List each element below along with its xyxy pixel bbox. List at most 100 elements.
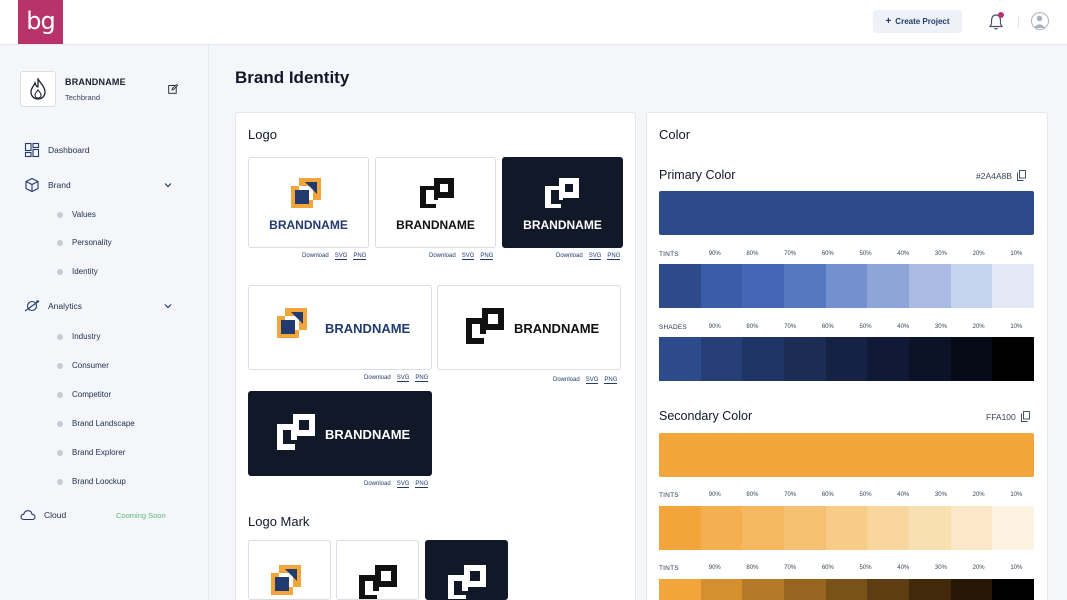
percentage-label: 10% bbox=[1010, 324, 1023, 330]
sidebar-subitem-brand-explorer[interactable]: Brand Explorer bbox=[57, 448, 125, 457]
sidebar-item-label: Brand Explorer bbox=[72, 448, 126, 457]
secondary-tint-swatch[interactable] bbox=[950, 506, 993, 550]
logo-horizontal-white[interactable]: BRANDNAME bbox=[248, 391, 432, 476]
sidebar-item-analytics[interactable]: Analytics bbox=[24, 298, 82, 314]
logo-mark-black[interactable] bbox=[336, 540, 419, 600]
secondary-tint-swatch[interactable] bbox=[784, 506, 826, 550]
sidebar-item-label: Competitor bbox=[72, 390, 112, 399]
svg-link[interactable]: SVG bbox=[461, 253, 475, 260]
primary-tint-swatch[interactable] bbox=[867, 264, 910, 308]
png-link[interactable]: PNG bbox=[480, 253, 494, 260]
secondary-shade-swatch[interactable] bbox=[742, 579, 785, 600]
logo-mark-color[interactable] bbox=[248, 540, 331, 600]
sidebar-subitem-brand-landscape[interactable]: Brand Landscape bbox=[57, 419, 135, 428]
secondary-tint-swatch[interactable] bbox=[825, 506, 868, 550]
sidebar-item-label: Cloud bbox=[44, 510, 67, 520]
svg-link[interactable]: SVG bbox=[396, 481, 410, 488]
primary-tint-swatch[interactable] bbox=[909, 264, 951, 308]
png-link[interactable]: PNG bbox=[604, 377, 618, 384]
primary-shade-swatch[interactable] bbox=[784, 337, 826, 381]
secondary-shade-swatch[interactable] bbox=[784, 579, 826, 600]
sidebar-item-brand[interactable]: Brand bbox=[24, 177, 71, 193]
percentage-label: 90% bbox=[708, 251, 721, 257]
primary-tints-row bbox=[659, 264, 1035, 308]
secondary-tint-swatch[interactable] bbox=[700, 506, 743, 550]
logo-stacked-black[interactable]: BRANDNAME bbox=[375, 157, 496, 248]
logo-stacked-white[interactable]: BRANDNAME bbox=[502, 157, 623, 248]
png-link[interactable]: PNG bbox=[415, 375, 429, 382]
primary-tint-swatch[interactable] bbox=[659, 264, 701, 308]
primary-shade-swatch[interactable] bbox=[700, 337, 743, 381]
secondary-tint-swatch[interactable] bbox=[992, 506, 1035, 550]
brand-logo-icon: BRANDNAME bbox=[466, 308, 600, 344]
sidebar-item-cloud[interactable]: Cloud bbox=[20, 507, 66, 523]
primary-shade-swatch[interactable] bbox=[867, 337, 910, 381]
primary-tint-swatch[interactable] bbox=[950, 264, 993, 308]
primary-shade-swatch[interactable] bbox=[825, 337, 868, 381]
secondary-shade-swatch[interactable] bbox=[700, 579, 743, 600]
percentage-label: 30% bbox=[934, 251, 947, 257]
download-link[interactable]: Download bbox=[556, 253, 583, 260]
secondary-swatch[interactable] bbox=[659, 433, 1034, 477]
secondary-tint-swatch[interactable] bbox=[909, 506, 951, 550]
sidebar-subitem-consumer[interactable]: Consumer bbox=[57, 361, 109, 370]
sidebar-subitem-competitor[interactable]: Competitor bbox=[57, 390, 111, 399]
primary-shade-swatch[interactable] bbox=[950, 337, 993, 381]
primary-swatch[interactable] bbox=[659, 191, 1034, 235]
percentage-label: 90% bbox=[708, 492, 721, 498]
logo-horizontal-black[interactable]: BRANDNAME bbox=[437, 285, 621, 370]
sidebar-item-label: Brand Loockup bbox=[72, 477, 126, 486]
app-logo[interactable]: bg bbox=[18, 0, 63, 44]
primary-tint-swatch[interactable] bbox=[700, 264, 743, 308]
secondary-shade-swatch[interactable] bbox=[825, 579, 868, 600]
primary-shade-swatch[interactable] bbox=[992, 337, 1035, 381]
png-link[interactable]: PNG bbox=[353, 253, 367, 260]
edit-icon[interactable] bbox=[168, 84, 178, 94]
sidebar-subitem-brand-loockup[interactable]: Brand Loockup bbox=[57, 477, 126, 486]
sidebar-item-label: Values bbox=[72, 210, 96, 219]
secondary-tint-swatch[interactable] bbox=[742, 506, 785, 550]
avatar[interactable] bbox=[1031, 12, 1049, 30]
copy-icon[interactable] bbox=[1016, 170, 1026, 181]
secondary-shade-swatch[interactable] bbox=[950, 579, 993, 600]
sidebar-subitem-personality[interactable]: Personality bbox=[57, 238, 112, 247]
sidebar-subitem-identity[interactable]: Identity bbox=[57, 267, 98, 276]
download-link[interactable]: Download bbox=[364, 481, 391, 488]
logo-horizontal-color[interactable]: BRANDNAME bbox=[248, 285, 432, 370]
primary-tint-swatch[interactable] bbox=[992, 264, 1035, 308]
secondary-shade-swatch[interactable] bbox=[867, 579, 910, 600]
png-link[interactable]: PNG bbox=[415, 481, 429, 488]
svg-link[interactable]: SVG bbox=[585, 377, 599, 384]
sidebar-subitem-values[interactable]: Values bbox=[57, 210, 96, 219]
download-link[interactable]: Download bbox=[429, 253, 456, 260]
sidebar-item-dashboard[interactable]: Dashboard bbox=[24, 142, 90, 158]
primary-tint-swatch[interactable] bbox=[742, 264, 785, 308]
download-link[interactable]: Download bbox=[302, 253, 329, 260]
primary-tint-swatch[interactable] bbox=[784, 264, 826, 308]
secondary-tint-swatch[interactable] bbox=[867, 506, 910, 550]
svg-link[interactable]: SVG bbox=[334, 253, 348, 260]
secondary-tint-swatch[interactable] bbox=[659, 506, 701, 550]
brand-name: BRANDNAME bbox=[65, 77, 126, 87]
png-link[interactable]: PNG bbox=[607, 253, 621, 260]
create-project-button[interactable]: + Create Project bbox=[873, 10, 962, 33]
primary-tint-swatch[interactable] bbox=[825, 264, 868, 308]
download-link[interactable]: Download bbox=[364, 375, 391, 382]
logo-mark-white[interactable] bbox=[425, 540, 508, 600]
copy-icon[interactable] bbox=[1020, 411, 1030, 422]
svg-link[interactable]: SVG bbox=[396, 375, 410, 382]
color-panel-title: Color bbox=[659, 127, 691, 142]
secondary-color-label: Secondary Color bbox=[659, 409, 753, 423]
download-link[interactable]: Download bbox=[553, 377, 580, 384]
secondary-shade-swatch[interactable] bbox=[992, 579, 1035, 600]
sidebar-subitem-industry[interactable]: Industry bbox=[57, 332, 100, 341]
primary-shade-swatch[interactable] bbox=[909, 337, 951, 381]
primary-shade-swatch[interactable] bbox=[742, 337, 785, 381]
secondary-shade-swatch[interactable] bbox=[659, 579, 701, 600]
chevron-down-icon[interactable] bbox=[164, 302, 172, 310]
primary-shade-swatch[interactable] bbox=[659, 337, 701, 381]
secondary-shade-swatch[interactable] bbox=[909, 579, 951, 600]
svg-link[interactable]: SVG bbox=[588, 253, 602, 260]
chevron-down-icon[interactable] bbox=[164, 181, 172, 189]
logo-stacked-color[interactable]: BRANDNAME bbox=[248, 157, 369, 248]
